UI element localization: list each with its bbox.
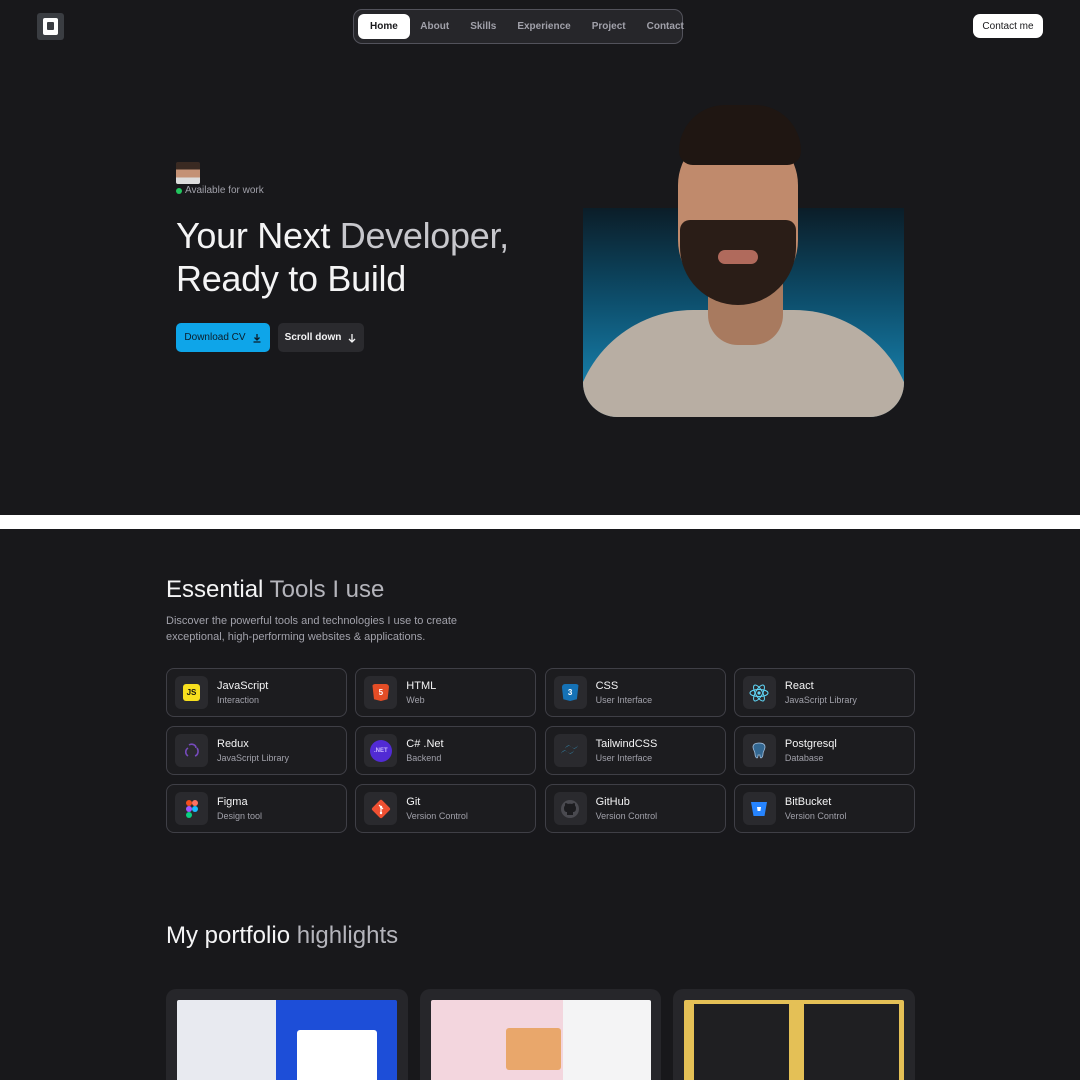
tool-category: Interaction bbox=[217, 694, 260, 705]
hero-title-part2: Developer, bbox=[339, 215, 509, 256]
tool-card-react[interactable]: React JavaScript Library bbox=[733, 668, 915, 717]
tool-category: Backend bbox=[406, 752, 442, 763]
scroll-down-label: Scroll down bbox=[284, 332, 342, 343]
portfolio-cards bbox=[166, 989, 916, 1080]
tool-card-figma[interactable]: Figma Design tool bbox=[166, 784, 347, 833]
tools-title-part2: Tools I use bbox=[269, 576, 385, 603]
tool-category: Design tool bbox=[217, 810, 263, 821]
portfolio-card-3[interactable] bbox=[673, 989, 916, 1080]
tool-name: JavaScript bbox=[217, 679, 269, 692]
tool-name: BitBucket bbox=[784, 795, 832, 808]
availability-status: Available for work bbox=[176, 185, 264, 196]
tool-name: Redux bbox=[217, 737, 249, 750]
download-cv-label: Download CV bbox=[184, 332, 246, 343]
tool-name: Git bbox=[406, 795, 421, 808]
tools-title: Essential Tools I use bbox=[166, 576, 384, 604]
nav-skills[interactable]: Skills bbox=[460, 14, 507, 39]
page: Home About Skills Experience Project Con… bbox=[0, 0, 1080, 1080]
contact-me-button[interactable]: Contact me bbox=[973, 14, 1043, 38]
javascript-icon: JS bbox=[183, 684, 200, 701]
download-cv-button[interactable]: Download CV bbox=[176, 323, 270, 352]
nav-experience[interactable]: Experience bbox=[507, 14, 581, 39]
tool-name: C# .Net bbox=[406, 737, 444, 750]
tools-grid: JS JavaScript Interaction 5 HTML Web 3 CSS… bbox=[166, 668, 915, 833]
postgresql-icon bbox=[752, 742, 766, 758]
tool-category: Version Control bbox=[406, 810, 468, 821]
figma-icon bbox=[185, 799, 198, 818]
hero-title-part1: Your Next bbox=[176, 215, 340, 256]
git-icon bbox=[371, 799, 390, 818]
section-divider bbox=[0, 515, 1080, 529]
tool-category: JavaScript Library bbox=[217, 752, 290, 763]
logo-icon[interactable] bbox=[37, 13, 64, 40]
hero-title-line2: Ready to Build bbox=[176, 258, 406, 299]
nav-project[interactable]: Project bbox=[581, 14, 636, 39]
tool-card-postgresql[interactable]: Postgresql Database bbox=[733, 726, 915, 775]
tools-description: Discover the powerful tools and technolo… bbox=[166, 615, 458, 643]
avatar bbox=[176, 162, 200, 184]
portfolio-thumbnail bbox=[177, 1000, 397, 1080]
status-text: Available for work bbox=[185, 185, 264, 196]
tool-card-git[interactable]: Git Version Control bbox=[355, 784, 537, 833]
profile-photo bbox=[583, 100, 904, 417]
redux-icon bbox=[184, 742, 199, 757]
portfolio-thumbnail bbox=[684, 1000, 905, 1080]
tool-category: User Interface bbox=[595, 752, 653, 763]
tools-title-part1: Essential bbox=[166, 576, 270, 603]
nav-home[interactable]: Home bbox=[358, 14, 410, 39]
tailwind-icon bbox=[561, 744, 579, 754]
bitbucket-icon bbox=[751, 801, 768, 816]
top-nav: Home About Skills Experience Project Con… bbox=[353, 9, 684, 44]
tool-card-dotnet[interactable]: .NET C# .Net Backend bbox=[355, 726, 537, 775]
tool-card-redux[interactable]: Redux JavaScript Library bbox=[166, 726, 347, 775]
tool-card-javascript[interactable]: JS JavaScript Interaction bbox=[166, 668, 347, 717]
tool-name: HTML bbox=[406, 679, 437, 692]
html-icon: 5 bbox=[372, 684, 390, 701]
react-icon bbox=[749, 684, 769, 701]
tool-name: GitHub bbox=[595, 795, 630, 808]
tool-card-tailwind[interactable]: TailwindCSS User Interface bbox=[544, 726, 726, 775]
portfolio-thumbnail bbox=[430, 1000, 651, 1080]
tool-name: TailwindCSS bbox=[595, 737, 658, 750]
tool-name: Postgresql bbox=[784, 737, 837, 750]
nav-contact[interactable]: Contact bbox=[636, 14, 694, 39]
tool-card-html[interactable]: 5 HTML Web bbox=[355, 668, 537, 717]
tool-category: JavaScript Library bbox=[784, 694, 857, 705]
tool-category: Web bbox=[406, 694, 425, 705]
tool-category: Database bbox=[784, 752, 824, 763]
portfolio-card-1[interactable] bbox=[166, 989, 408, 1080]
status-dot-icon bbox=[176, 187, 182, 194]
tool-card-bitbucket[interactable]: BitBucket Version Control bbox=[733, 784, 915, 833]
arrow-down-icon bbox=[348, 333, 356, 343]
scroll-down-button[interactable]: Scroll down bbox=[278, 323, 364, 352]
tool-category: Version Control bbox=[595, 810, 658, 821]
portfolio-title-part1: My portfolio bbox=[166, 922, 297, 949]
tool-category: Version Control bbox=[784, 810, 847, 821]
github-icon bbox=[561, 799, 580, 818]
css-icon: 3 bbox=[561, 684, 579, 701]
tool-name: React bbox=[784, 679, 814, 692]
tool-card-css[interactable]: 3 CSS User Interface bbox=[544, 668, 726, 717]
tool-name: Figma bbox=[217, 795, 248, 808]
download-icon bbox=[253, 333, 261, 343]
nav-about[interactable]: About bbox=[410, 14, 460, 39]
tool-card-github[interactable]: GitHub Version Control bbox=[544, 784, 726, 833]
dotnet-icon: .NET bbox=[369, 739, 392, 762]
portfolio-card-2[interactable] bbox=[419, 989, 662, 1080]
tool-category: User Interface bbox=[595, 694, 653, 705]
portfolio-title: My portfolio highlights bbox=[166, 922, 398, 950]
tool-name: CSS bbox=[595, 679, 619, 692]
hero-title: Your Next Developer, Ready to Build bbox=[176, 214, 509, 300]
portfolio-title-part2: highlights bbox=[296, 922, 399, 949]
